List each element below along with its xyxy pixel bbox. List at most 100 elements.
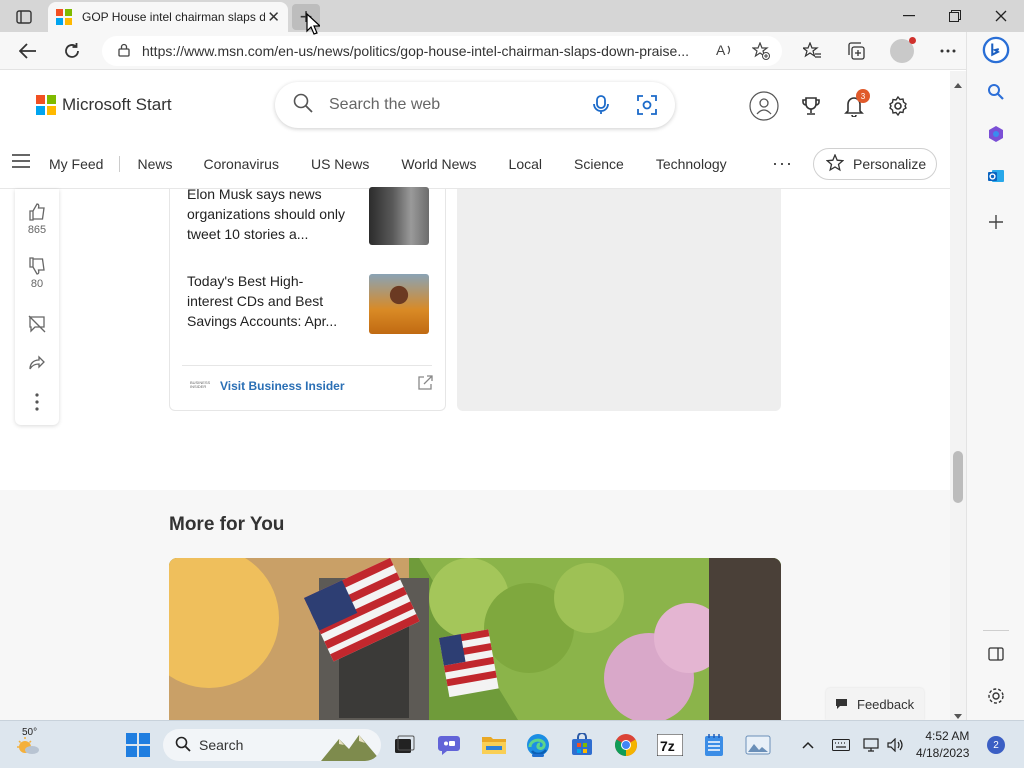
brand-name: Microsoft Start <box>62 95 172 114</box>
close-window-button[interactable] <box>978 0 1024 32</box>
mouse-cursor-icon <box>306 13 320 35</box>
tab-actions-icon[interactable] <box>10 6 38 28</box>
weather-widget[interactable]: 50° <box>8 727 48 759</box>
visual-search-icon[interactable] <box>637 95 657 120</box>
refresh-button[interactable] <box>58 37 86 65</box>
business-insider-logo: BUSINESS INSIDER <box>190 380 211 389</box>
start-button[interactable] <box>124 731 152 759</box>
settings-gear-icon[interactable] <box>883 91 913 121</box>
nav-local[interactable]: Local <box>509 156 542 172</box>
url-text[interactable]: https://www.msn.com/en-us/news/politics/… <box>142 43 702 59</box>
add-sidebar-app-icon[interactable] <box>982 208 1010 236</box>
nav-news[interactable]: News <box>137 156 172 172</box>
notifications-bell-icon[interactable]: 3 <box>839 89 870 121</box>
weather-temperature: 50° <box>22 727 38 738</box>
microsoft-start-logo[interactable]: Microsoft Start <box>36 95 172 115</box>
collections-icon[interactable] <box>842 37 870 65</box>
sidebar-divider <box>983 630 1009 631</box>
read-aloud-icon[interactable]: A <box>716 42 734 61</box>
chrome-icon[interactable] <box>612 731 640 759</box>
nav-technology[interactable]: Technology <box>656 156 727 172</box>
thumbs-down-icon <box>29 257 45 275</box>
notification-center-badge[interactable]: 2 <box>987 736 1005 754</box>
scroll-up-arrow-icon[interactable] <box>954 75 962 93</box>
address-bar[interactable]: https://www.msn.com/en-us/news/politics/… <box>102 36 782 66</box>
file-explorer-icon[interactable] <box>480 731 508 759</box>
personalize-label: Personalize <box>853 156 927 172</box>
favorites-icon[interactable] <box>798 37 826 65</box>
active-tab[interactable]: GOP House intel chairman slaps down prai… <box>48 2 288 32</box>
rewards-trophy-icon[interactable] <box>796 91 826 121</box>
task-view-icon[interactable] <box>390 731 418 759</box>
web-search-box[interactable]: Search the web <box>275 82 675 128</box>
restore-button[interactable] <box>932 0 978 32</box>
taskbar-search[interactable]: Search <box>163 729 381 761</box>
show-hidden-icons-chevron-icon[interactable] <box>796 731 820 759</box>
system-clock[interactable]: 4:52 AM 4/18/2023 <box>916 728 969 762</box>
story-thumbnail[interactable] <box>369 274 429 334</box>
clock-date: 4/18/2023 <box>916 746 970 760</box>
add-favorite-icon[interactable] <box>751 41 770 63</box>
menu-hamburger-icon[interactable] <box>12 154 30 173</box>
nav-world-news[interactable]: World News <box>401 156 476 172</box>
office-icon[interactable] <box>982 120 1010 148</box>
share-icon[interactable] <box>15 355 59 376</box>
photos-icon[interactable] <box>744 731 772 759</box>
msn-header: Microsoft Start Search the web 3 <box>0 71 950 139</box>
publisher-stories-card: Elon Musk says news organizations should… <box>169 186 446 411</box>
msn-favicon-icon <box>56 9 72 25</box>
outlook-icon[interactable] <box>982 162 1010 190</box>
search-icon <box>175 736 191 755</box>
microsoft-logo-icon <box>36 95 56 115</box>
back-button[interactable] <box>14 37 42 65</box>
search-icon[interactable] <box>982 78 1010 106</box>
bing-chat-icon[interactable] <box>982 36 1010 64</box>
teams-chat-icon[interactable] <box>435 731 463 759</box>
visit-publisher-link[interactable]: Visit Business Insider <box>220 379 345 393</box>
hero-article-image[interactable] <box>169 558 781 720</box>
account-icon[interactable] <box>749 91 779 121</box>
scrollbar-thumb[interactable] <box>953 451 963 503</box>
profile-avatar[interactable] <box>890 37 916 63</box>
page-viewport: Microsoft Start Search the web 3 My Feed… <box>0 71 950 720</box>
story-title[interactable]: Today's Best High-interest CDs and Best … <box>187 271 347 331</box>
microsoft-store-icon[interactable] <box>568 731 596 759</box>
dislike-button[interactable]: 80 <box>15 257 59 290</box>
tab-close-button[interactable]: ✕ <box>267 8 280 26</box>
comments-off-icon[interactable] <box>15 315 59 336</box>
clock-time: 4:52 AM <box>925 729 970 743</box>
sidebar-settings-icon[interactable] <box>982 682 1010 710</box>
tab-title: GOP House intel chairman slaps down prai… <box>82 10 266 24</box>
nav-science[interactable]: Science <box>574 156 624 172</box>
page-scrollbar[interactable] <box>950 71 966 720</box>
feedback-label: Feedback <box>857 696 915 712</box>
dislike-count: 80 <box>30 278 44 290</box>
active-app-indicator <box>532 754 544 757</box>
nav-coronavirus[interactable]: Coronavirus <box>203 156 278 172</box>
minimize-button[interactable] <box>886 0 932 32</box>
nav-us-news[interactable]: US News <box>311 156 369 172</box>
edge-browser-icon[interactable] <box>524 731 552 759</box>
settings-more-icon[interactable] <box>934 37 962 65</box>
personalize-button[interactable]: Personalize <box>813 148 937 180</box>
external-link-icon[interactable] <box>417 375 433 396</box>
volume-icon[interactable] <box>884 731 908 759</box>
nav-more-button[interactable]: ··· <box>772 153 793 174</box>
hide-sidebar-icon[interactable] <box>982 640 1010 668</box>
more-options-icon[interactable] <box>15 393 59 414</box>
network-icon[interactable] <box>860 731 884 759</box>
feedback-button[interactable]: Feedback <box>826 688 924 720</box>
keyboard-icon[interactable] <box>830 731 852 759</box>
like-button[interactable]: 865 <box>15 203 59 236</box>
search-input[interactable]: Search the web <box>329 96 440 114</box>
nav-my-feed[interactable]: My Feed <box>49 156 103 172</box>
story-thumbnail[interactable] <box>369 187 429 245</box>
story-title[interactable]: Elon Musk says news organizations should… <box>187 184 347 244</box>
browser-toolbar: https://www.msn.com/en-us/news/politics/… <box>0 32 1024 70</box>
search-highlight-mountains-icon <box>321 735 381 761</box>
lock-icon[interactable] <box>118 43 130 60</box>
microphone-icon[interactable] <box>593 95 609 120</box>
notepad-icon[interactable] <box>700 731 728 759</box>
7zip-icon[interactable]: 7z <box>656 731 684 759</box>
personalize-star-icon <box>825 152 845 175</box>
